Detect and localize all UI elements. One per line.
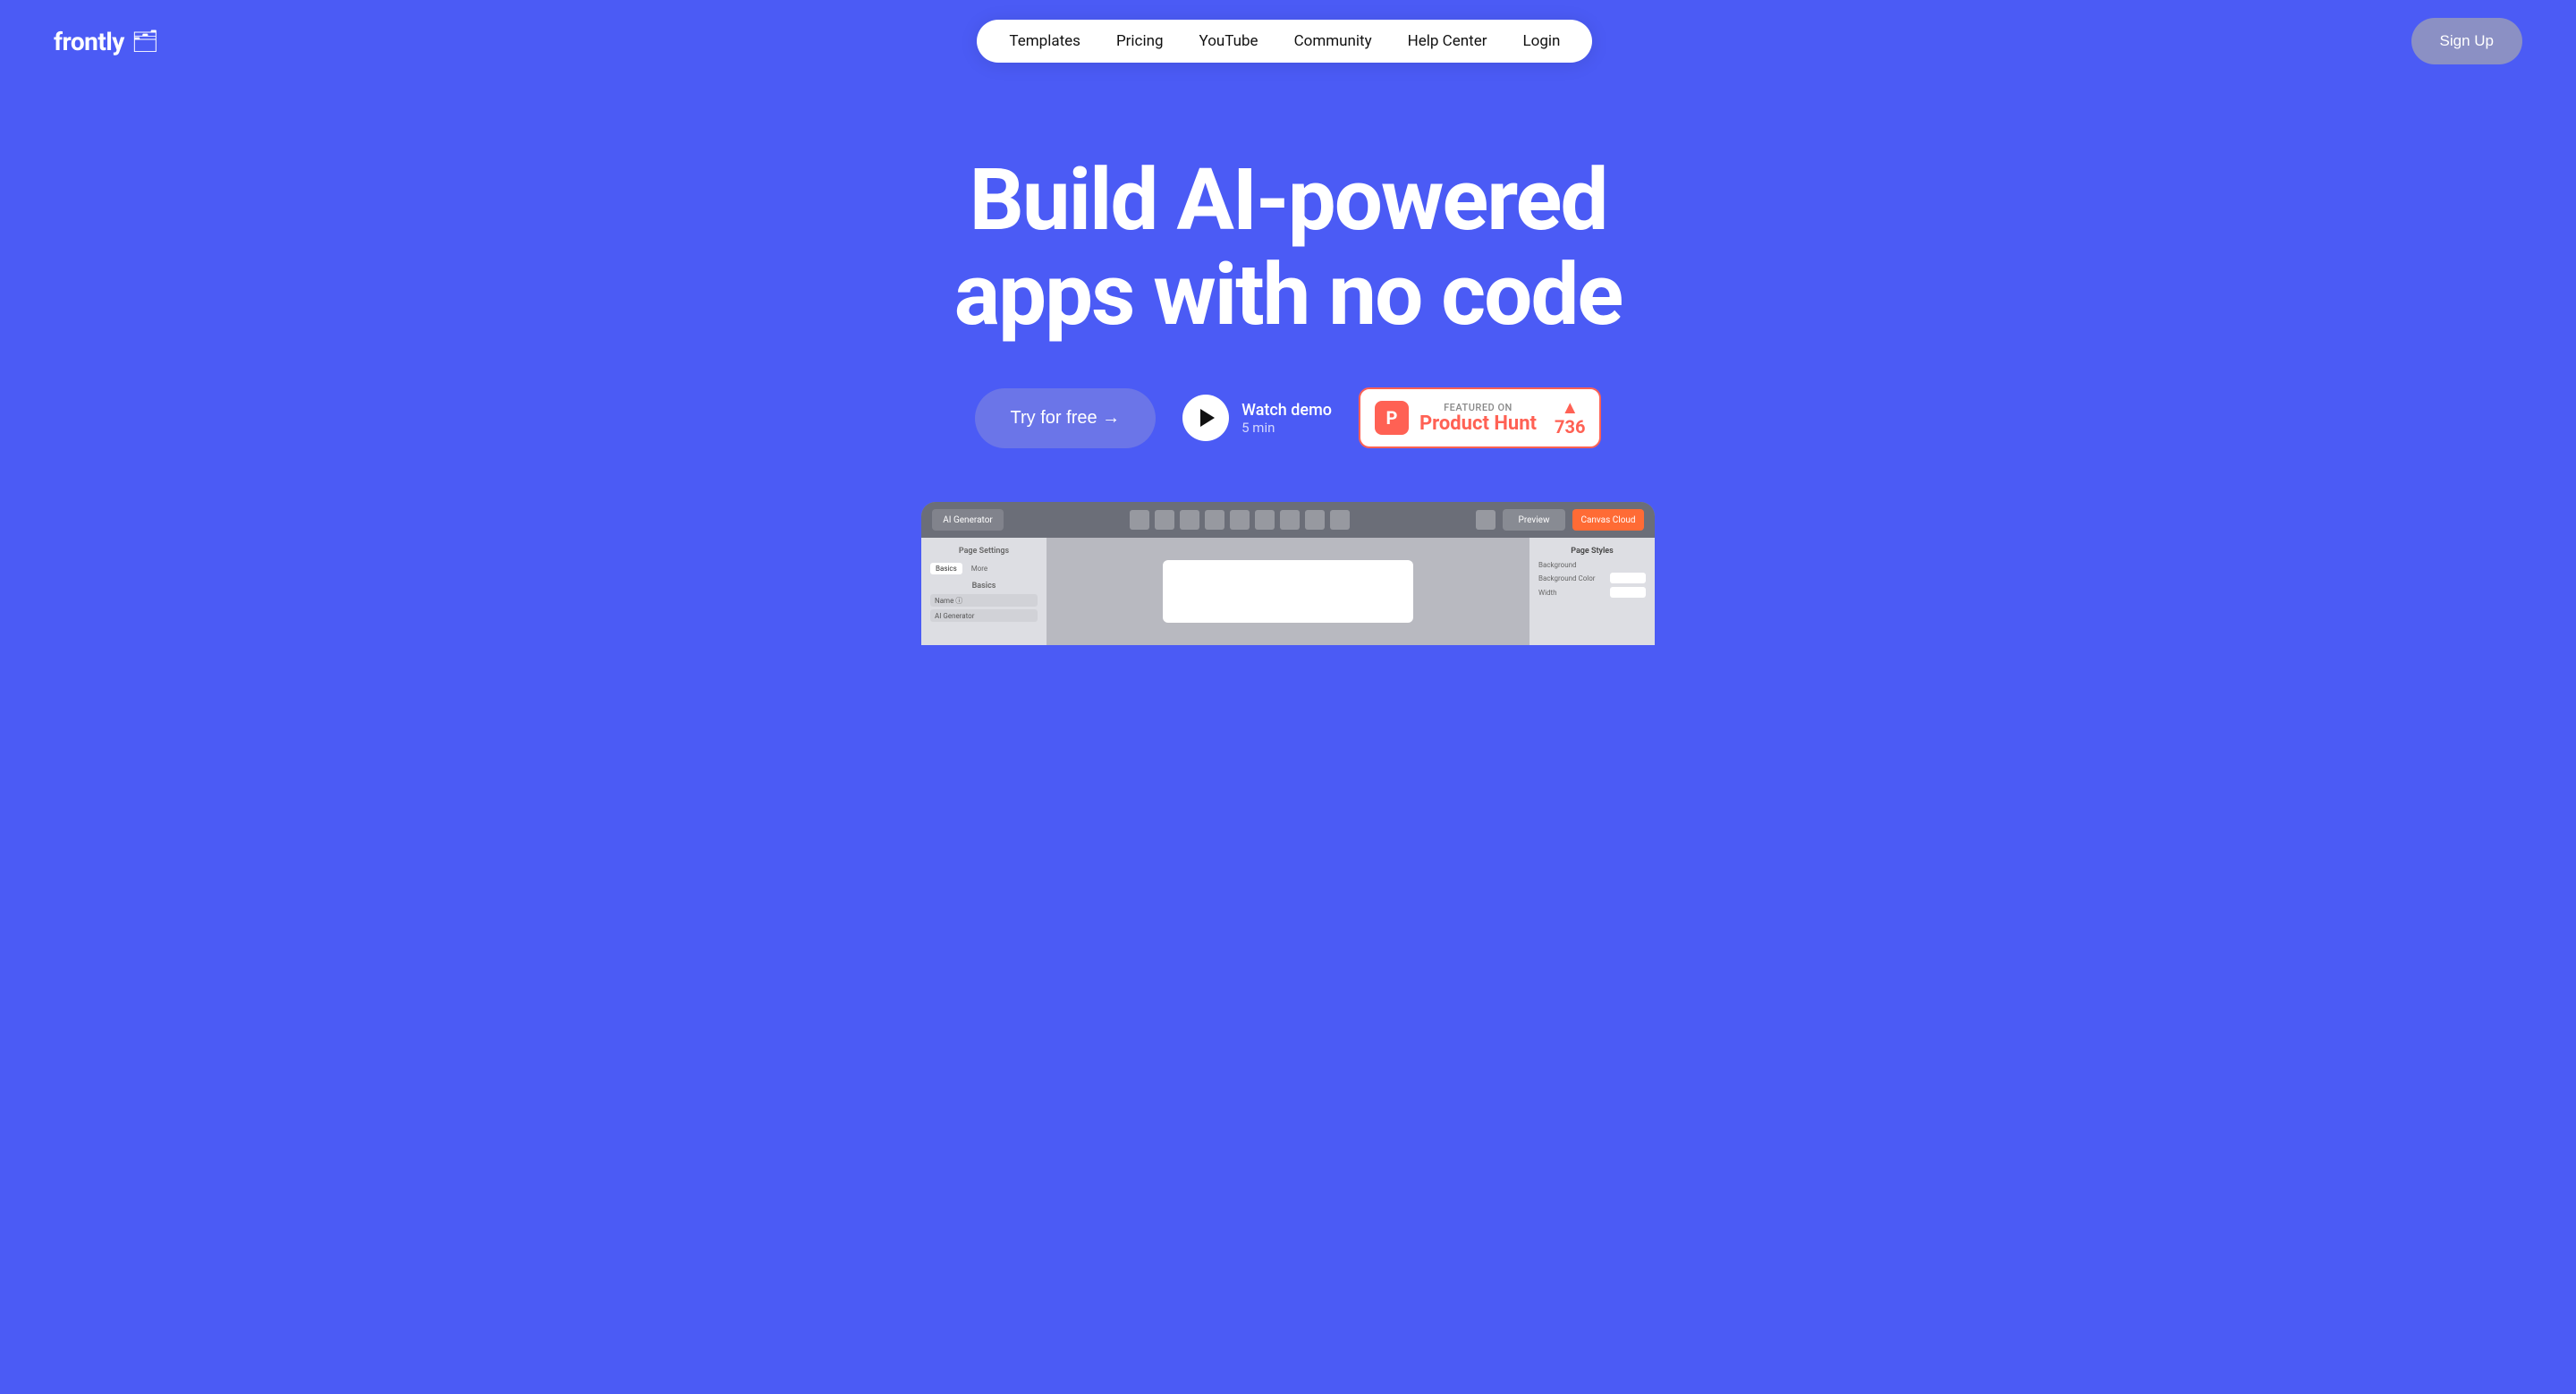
toolbar-icon-5 <box>1230 510 1250 530</box>
hero-section: Build AI-powered apps with no code Try f… <box>0 82 2576 699</box>
canvas-area <box>1046 538 1530 645</box>
tab-basics[interactable]: Basics <box>930 563 962 574</box>
nav-item-community[interactable]: Community <box>1294 32 1372 50</box>
sidebar-name-item: Name ⓘ <box>930 594 1038 607</box>
nav-item-pricing[interactable]: Pricing <box>1116 32 1164 50</box>
bg-color-value[interactable] <box>1610 573 1646 583</box>
product-hunt-icon: P <box>1375 401 1409 435</box>
page-wrapper: frontly 🗂 Templates Pricing YouTube Comm… <box>0 0 2576 1394</box>
bg-color-label: Background Color <box>1538 574 1596 582</box>
background-label: Background <box>1538 561 1577 569</box>
toolbar-icon-8 <box>1305 510 1325 530</box>
right-background-row: Background <box>1538 561 1646 569</box>
sidebar-ai-generator-item: AI Generator <box>930 609 1038 622</box>
basics-title: Basics <box>930 582 1038 591</box>
hero-title-line2: apps with no code <box>954 245 1623 345</box>
nav-item-login[interactable]: Login <box>1522 32 1560 50</box>
watch-demo[interactable]: Watch demo 5 min <box>1182 395 1332 441</box>
product-hunt-badge[interactable]: P FEATURED ON Product Hunt ▲ 736 <box>1359 387 1601 448</box>
toolbar-icon-6 <box>1255 510 1275 530</box>
nav-item-templates[interactable]: Templates <box>1009 32 1080 50</box>
toolbar-settings-icon <box>1476 510 1496 530</box>
hero-title: Build AI-powered apps with no code <box>954 154 1623 343</box>
app-preview-container: AI Generator <box>921 502 1655 645</box>
width-label: Width <box>1538 589 1557 597</box>
try-free-label: Try for free → <box>1011 408 1121 429</box>
logo-text: frontly <box>54 27 124 56</box>
sidebar-right: Page Styles Background Background Color … <box>1530 538 1655 645</box>
signup-button[interactable]: Sign Up <box>2411 18 2522 64</box>
toolbar-icon-7 <box>1280 510 1300 530</box>
right-width-row: Width <box>1538 587 1646 598</box>
ph-arrow-icon: ▲ <box>1561 398 1579 416</box>
toolbar-icons <box>1011 510 1469 530</box>
preview-label: Preview <box>1519 515 1550 525</box>
width-value[interactable] <box>1610 587 1646 598</box>
watch-demo-label: Watch demo <box>1241 401 1332 420</box>
page-settings-title: Page Settings <box>930 547 1038 556</box>
nav-item-help-center[interactable]: Help Center <box>1408 32 1487 50</box>
right-bg-color-row: Background Color <box>1538 573 1646 583</box>
header: frontly 🗂 Templates Pricing YouTube Comm… <box>0 0 2576 82</box>
logo[interactable]: frontly 🗂 <box>54 27 158 56</box>
app-preview: AI Generator <box>868 502 1708 645</box>
app-preview-body: Page Settings Basics More Basics Name ⓘ … <box>921 538 1655 645</box>
right-section-title: Page Styles <box>1538 547 1646 556</box>
app-preview-toolbar: AI Generator <box>921 502 1655 538</box>
ph-featured-on: FEATURED ON <box>1419 402 1537 413</box>
product-hunt-text: FEATURED ON Product Hunt <box>1419 402 1537 435</box>
ph-name: Product Hunt <box>1419 413 1537 435</box>
try-free-button[interactable]: Try for free → <box>975 388 1157 448</box>
play-button[interactable] <box>1182 395 1229 441</box>
sidebar-tabs: Basics More <box>930 563 1038 574</box>
toolbar-ai-label: AI Generator <box>943 515 993 525</box>
canvas-widget <box>1163 560 1413 623</box>
play-icon <box>1200 409 1215 427</box>
toolbar-icon-4 <box>1205 510 1224 530</box>
logo-icon: 🗂 <box>131 29 158 54</box>
sidebar-page-settings: Page Settings <box>930 547 1038 556</box>
hero-actions: Try for free → Watch demo 5 min P FEATUR… <box>975 387 1602 448</box>
toolbar-icon-9 <box>1330 510 1350 530</box>
toolbar-icon-2 <box>1155 510 1174 530</box>
toolbar-ai-generator: AI Generator <box>932 509 1004 531</box>
toolbar-preview-button[interactable]: Preview <box>1503 509 1565 531</box>
hero-title-line1: Build AI-powered <box>970 150 1607 251</box>
nav-item-youtube[interactable]: YouTube <box>1199 32 1258 50</box>
nav-container: Templates Pricing YouTube Community Help… <box>977 20 1592 63</box>
tab-more[interactable]: More <box>966 563 993 574</box>
watch-demo-text: Watch demo 5 min <box>1241 401 1332 436</box>
toolbar-right: Preview Canvas Cloud <box>1476 509 1644 531</box>
ph-count: 736 <box>1555 416 1585 438</box>
sidebar-left: Page Settings Basics More Basics Name ⓘ … <box>921 538 1046 645</box>
toolbar-icon-1 <box>1130 510 1149 530</box>
action-label: Canvas Cloud <box>1580 515 1635 525</box>
watch-demo-duration: 5 min <box>1241 420 1332 436</box>
ph-votes: ▲ 736 <box>1555 398 1585 438</box>
toolbar-icon-3 <box>1180 510 1199 530</box>
toolbar-action-button[interactable]: Canvas Cloud <box>1572 509 1644 531</box>
sidebar-basics: Basics Name ⓘ AI Generator <box>930 582 1038 622</box>
